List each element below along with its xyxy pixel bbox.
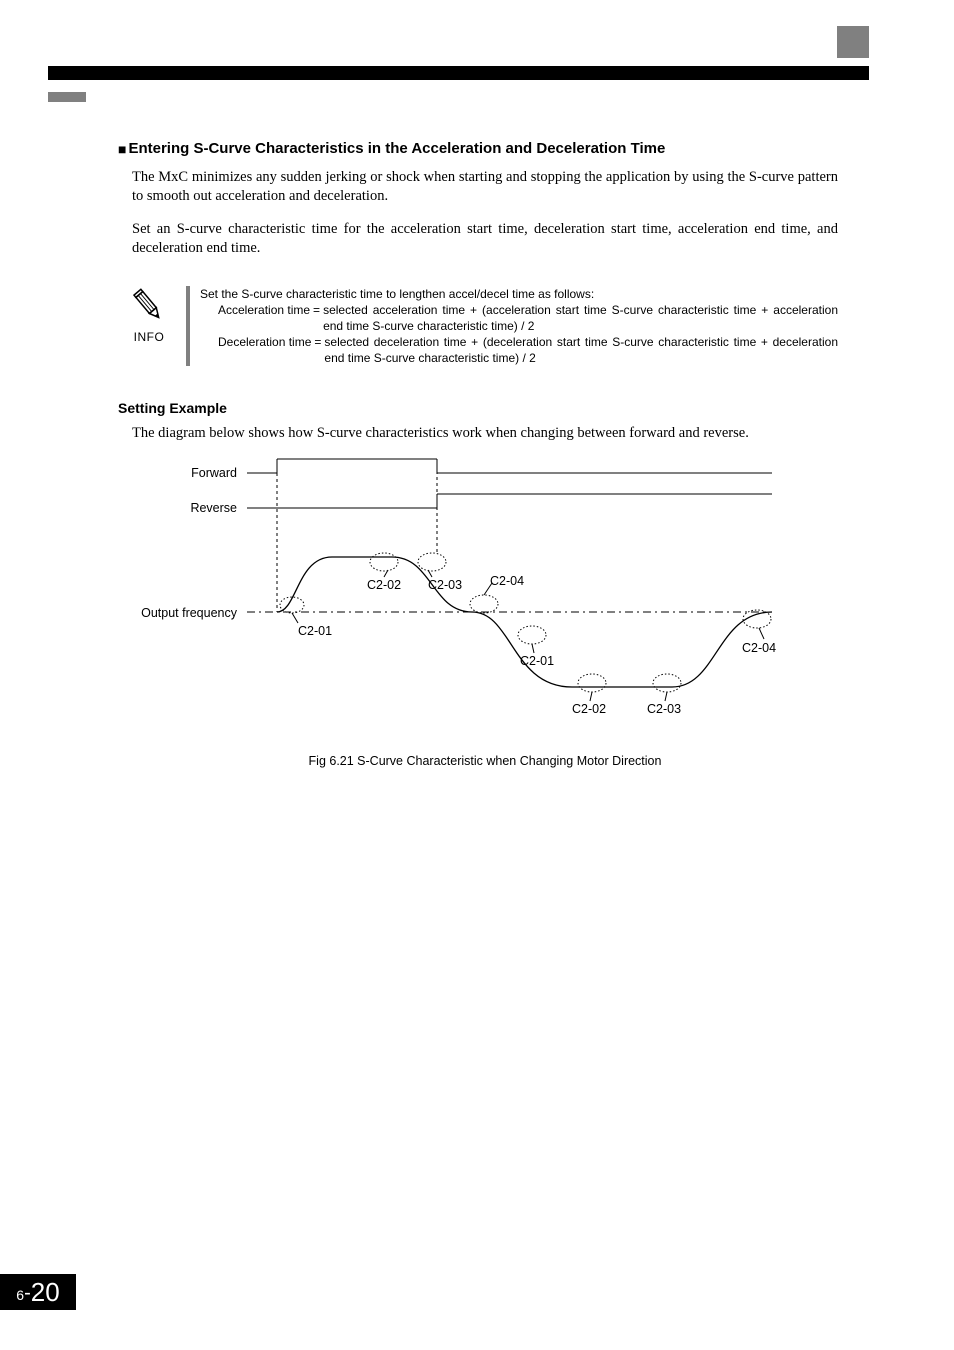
info-icon-column: INFO xyxy=(118,286,180,366)
label-reverse: Reverse xyxy=(190,501,237,515)
paragraph-1: The MxC minimizes any sudden jerking or … xyxy=(132,168,838,206)
s-curve-diagram: Forward Reverse Output frequency xyxy=(132,457,832,737)
page-number: 6 - 20 xyxy=(0,1274,76,1310)
page-content: ■ Entering S-Curve Characteristics in th… xyxy=(118,140,838,768)
label-c203-top: C2-03 xyxy=(428,578,462,592)
section-heading: ■ Entering S-Curve Characteristics in th… xyxy=(118,140,838,158)
info-lead: Set the S-curve characteristic time to l… xyxy=(200,286,838,302)
info-callout: INFO Set the S-curve characteristic time… xyxy=(118,286,838,366)
heading-text: Entering S-Curve Characteristics in the … xyxy=(128,140,665,158)
label-c202-bottom: C2-02 xyxy=(572,702,606,716)
info-accel-lhs: Acceleration time xyxy=(218,302,310,334)
header-gray-square xyxy=(837,26,869,58)
header-gray-tab xyxy=(48,92,86,102)
diagram-container: Forward Reverse Output frequency xyxy=(132,457,838,768)
info-label: INFO xyxy=(134,330,165,344)
label-c203-bottom: C2-03 xyxy=(647,702,681,716)
label-c204-top: C2-04 xyxy=(490,574,524,588)
info-accel-rhs: selected acceleration time + (accelerati… xyxy=(323,302,838,334)
page-chapter: 6 xyxy=(16,1281,24,1303)
page-separator: - xyxy=(24,1279,31,1305)
info-decel-lhs: Deceleration time xyxy=(218,334,311,366)
info-decel-line: Deceleration time = selected deceleratio… xyxy=(218,334,838,366)
equals-sign: = xyxy=(311,334,324,366)
label-c201-top: C2-01 xyxy=(298,624,332,638)
label-c202-top: C2-02 xyxy=(367,578,401,592)
info-accel-line: Acceleration time = selected acceleratio… xyxy=(218,302,838,334)
paragraph-3: The diagram below shows how S-curve char… xyxy=(132,424,838,443)
label-c201-bottom: C2-01 xyxy=(520,654,554,668)
header-black-bar xyxy=(48,66,869,80)
subsection-heading: Setting Example xyxy=(118,400,838,416)
heading-bullet: ■ xyxy=(118,140,126,158)
label-output-freq: Output frequency xyxy=(141,606,238,620)
label-forward: Forward xyxy=(191,466,237,480)
pencil-icon xyxy=(131,288,167,324)
info-divider xyxy=(186,286,190,366)
info-decel-rhs: selected deceleration time + (decelerati… xyxy=(324,334,838,366)
figure-caption: Fig 6.21 S-Curve Characteristic when Cha… xyxy=(132,754,838,768)
paragraph-2: Set an S-curve characteristic time for t… xyxy=(132,220,838,258)
equals-sign: = xyxy=(310,302,323,334)
info-text: Set the S-curve characteristic time to l… xyxy=(200,286,838,366)
label-c204-bottom: C2-04 xyxy=(742,641,776,655)
page-num: 20 xyxy=(31,1277,60,1308)
